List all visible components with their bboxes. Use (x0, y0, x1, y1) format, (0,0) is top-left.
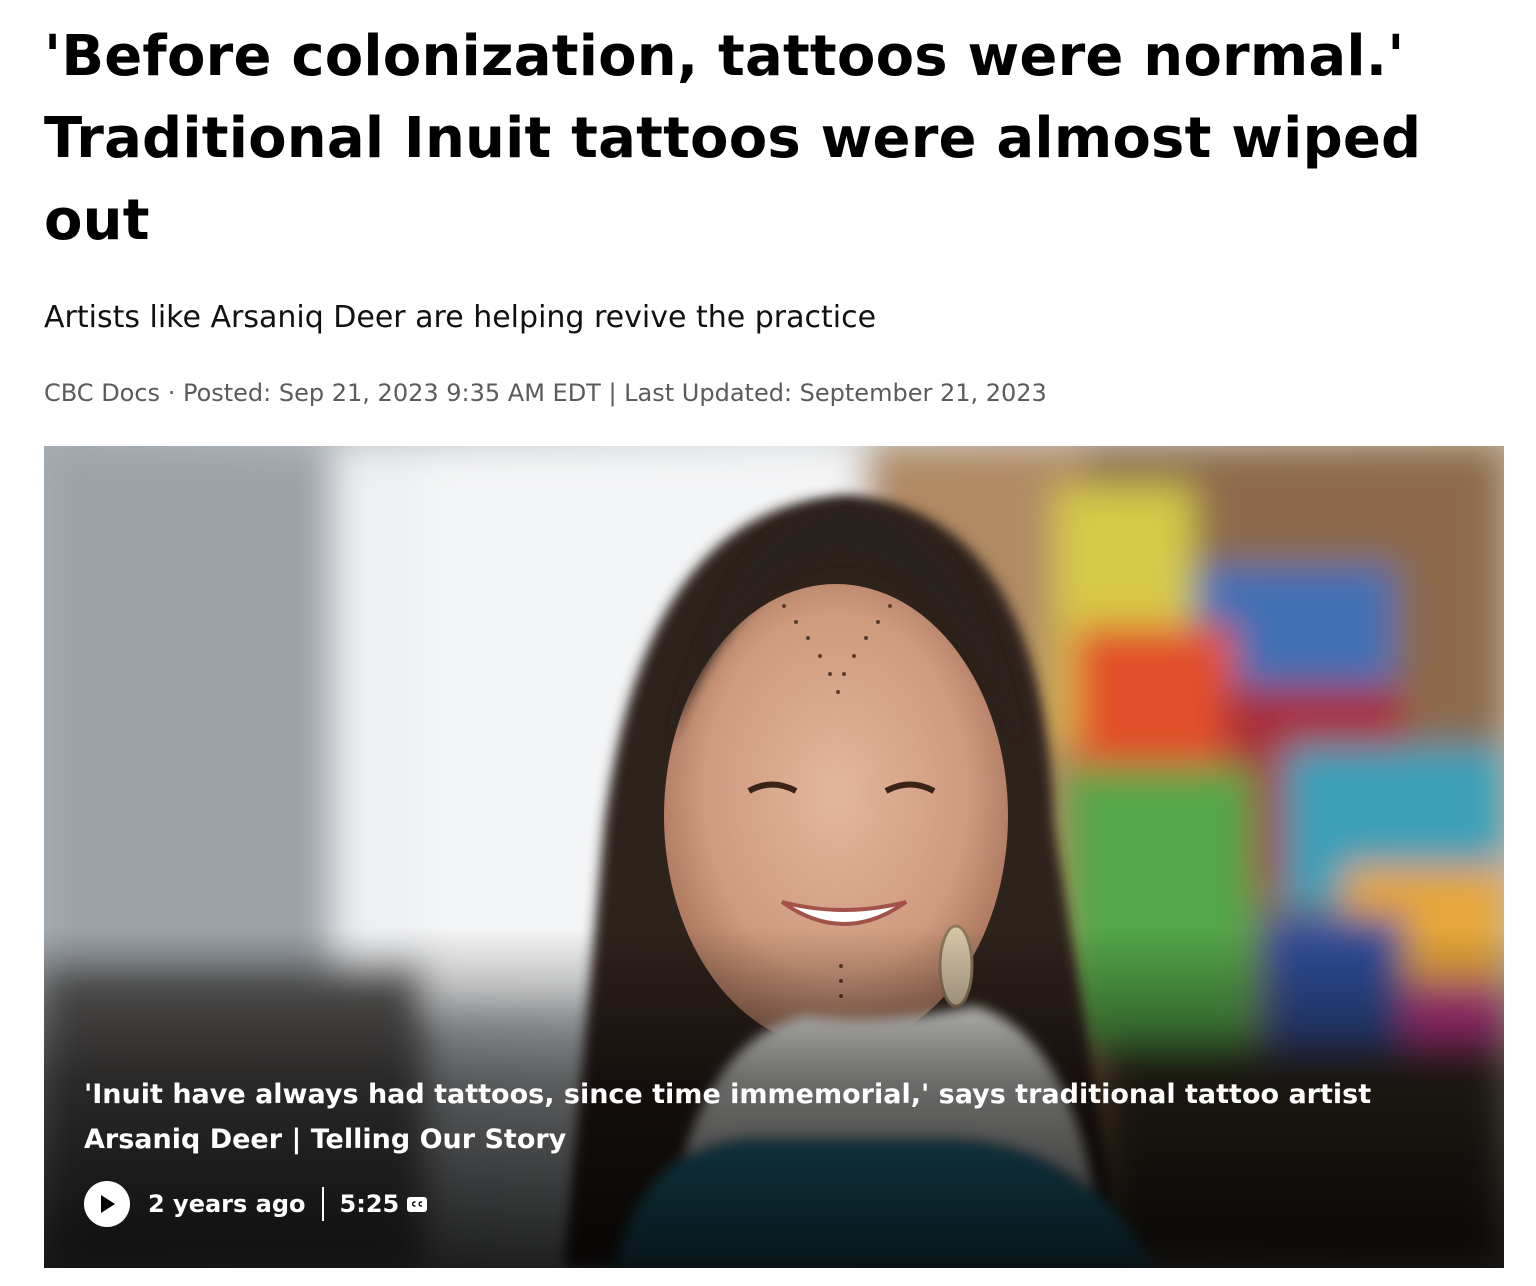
headline: 'Before colonization, tattoos were norma… (44, 24, 1422, 253)
video-age: 2 years ago (148, 1190, 306, 1218)
meta-divider (321, 1187, 324, 1221)
byline-timestamps: Posted: Sep 21, 2023 9:35 AM EDT | Last … (182, 379, 1047, 407)
video-meta: 2 years ago 5:25 (84, 1181, 428, 1227)
video-duration: 5:25 (339, 1190, 400, 1218)
byline-source[interactable]: CBC Docs (44, 379, 160, 407)
video-player[interactable]: 'Inuit have always had tattoos, since ti… (44, 446, 1504, 1268)
deck: Artists like Arsaniq Deer are helping re… (44, 300, 877, 335)
closed-captions-icon (407, 1196, 428, 1212)
byline-separator: · (160, 379, 183, 407)
play-icon (101, 1195, 115, 1213)
video-caption[interactable]: 'Inuit have always had tattoos, since ti… (84, 1072, 1424, 1162)
byline: CBC Docs · Posted: Sep 21, 2023 9:35 AM … (44, 376, 1047, 410)
play-button[interactable] (84, 1181, 130, 1227)
